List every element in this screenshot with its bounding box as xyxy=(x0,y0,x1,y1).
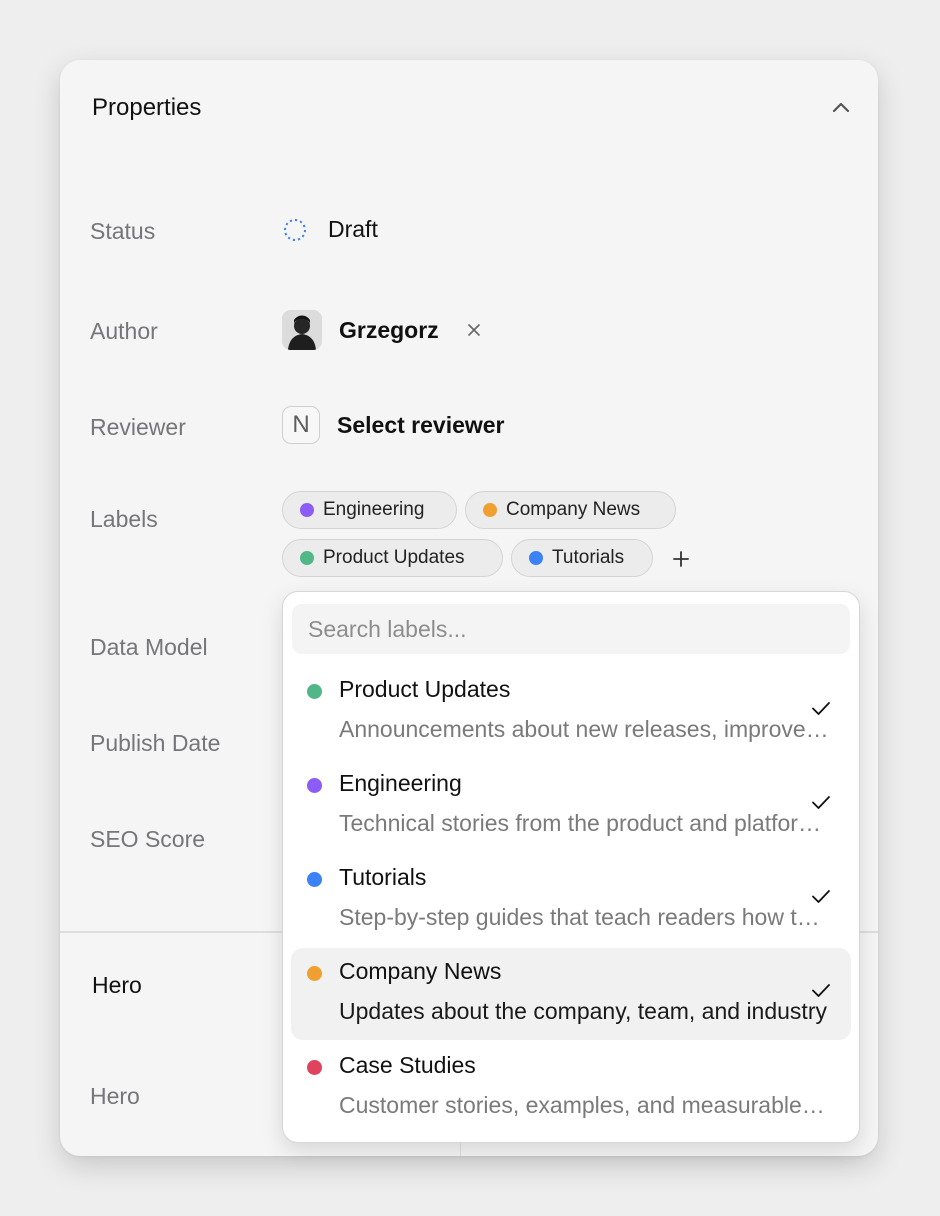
label-search-box xyxy=(292,604,850,654)
avatar xyxy=(282,310,322,350)
blue-dot-icon xyxy=(529,551,543,565)
orange-dot-icon xyxy=(483,503,497,517)
option-name: Company News xyxy=(339,958,502,984)
seo-score-label: SEO Score xyxy=(90,826,206,852)
check-icon xyxy=(812,702,830,715)
plus-icon xyxy=(673,551,689,567)
labels-label: Labels xyxy=(90,506,158,532)
label-option-company-news[interactable]: Company News Updates about the company, … xyxy=(291,948,851,1040)
blue-dot-icon xyxy=(307,872,322,887)
label-chip-product-updates[interactable]: Product Updates xyxy=(282,539,503,577)
option-description: Announcements about new releases, improv… xyxy=(339,716,829,742)
author-selector[interactable]: Grzegorz xyxy=(282,310,483,350)
status-label: Status xyxy=(90,218,156,244)
green-dot-icon xyxy=(300,551,314,565)
remove-author-button[interactable] xyxy=(465,321,483,339)
purple-dot-icon xyxy=(307,778,322,793)
purple-dot-icon xyxy=(300,503,314,517)
status-selector[interactable]: Draft xyxy=(282,216,378,243)
option-description: Step-by-step guides that teach readers h… xyxy=(339,904,829,930)
hero-section-title: Hero xyxy=(92,972,142,998)
label-chip-engineering[interactable]: Engineering xyxy=(282,491,457,529)
chevron-up-icon xyxy=(832,102,850,113)
option-name: Engineering xyxy=(339,770,462,796)
status-value: Draft xyxy=(328,216,378,242)
label-option-tutorials[interactable]: Tutorials Step-by-step guides that teach… xyxy=(291,854,851,946)
red-dot-icon xyxy=(307,1060,322,1075)
data-model-label: Data Model xyxy=(90,634,208,660)
author-label: Author xyxy=(90,318,158,344)
option-name: Product Updates xyxy=(339,676,511,702)
chip-label: Engineering xyxy=(323,499,425,520)
check-icon xyxy=(812,890,830,903)
option-name: Case Studies xyxy=(339,1052,476,1078)
label-option-product-updates[interactable]: Product Updates Announcements about new … xyxy=(291,666,851,758)
check-icon xyxy=(812,796,830,809)
reviewer-placeholder: Select reviewer xyxy=(337,411,505,438)
green-dot-icon xyxy=(307,684,322,699)
label-option-engineering[interactable]: Engineering Technical stories from the p… xyxy=(291,760,851,852)
publish-date-label: Publish Date xyxy=(90,730,221,756)
reviewer-placeholder-icon: N xyxy=(282,406,320,444)
close-icon xyxy=(467,324,480,336)
labels-dropdown: Product Updates Announcements about new … xyxy=(282,591,860,1143)
check-icon xyxy=(812,984,830,997)
reviewer-label: Reviewer xyxy=(90,414,186,440)
label-chip-company-news[interactable]: Company News xyxy=(465,491,676,529)
draft-status-icon xyxy=(284,218,306,241)
option-description: Technical stories from the product and p… xyxy=(339,810,829,836)
label-search-input[interactable] xyxy=(292,604,850,654)
option-name: Tutorials xyxy=(339,864,427,890)
option-description: Updates about the company, team, and ind… xyxy=(339,998,827,1024)
chip-label: Product Updates xyxy=(323,547,465,568)
reviewer-selector[interactable]: N Select reviewer xyxy=(282,406,505,444)
option-description: Customer stories, examples, and measurab… xyxy=(339,1092,829,1118)
collapse-button[interactable] xyxy=(826,92,856,122)
label-chip-tutorials[interactable]: Tutorials xyxy=(511,539,653,577)
orange-dot-icon xyxy=(307,966,322,981)
hero-field-label: Hero xyxy=(90,1083,140,1109)
chip-label: Company News xyxy=(506,499,641,520)
panel-title: Properties xyxy=(92,94,202,121)
add-label-button[interactable] xyxy=(669,547,693,571)
chip-label: Tutorials xyxy=(552,547,625,568)
author-name: Grzegorz xyxy=(339,316,439,343)
label-option-case-studies[interactable]: Case Studies Customer stories, examples,… xyxy=(291,1042,851,1134)
